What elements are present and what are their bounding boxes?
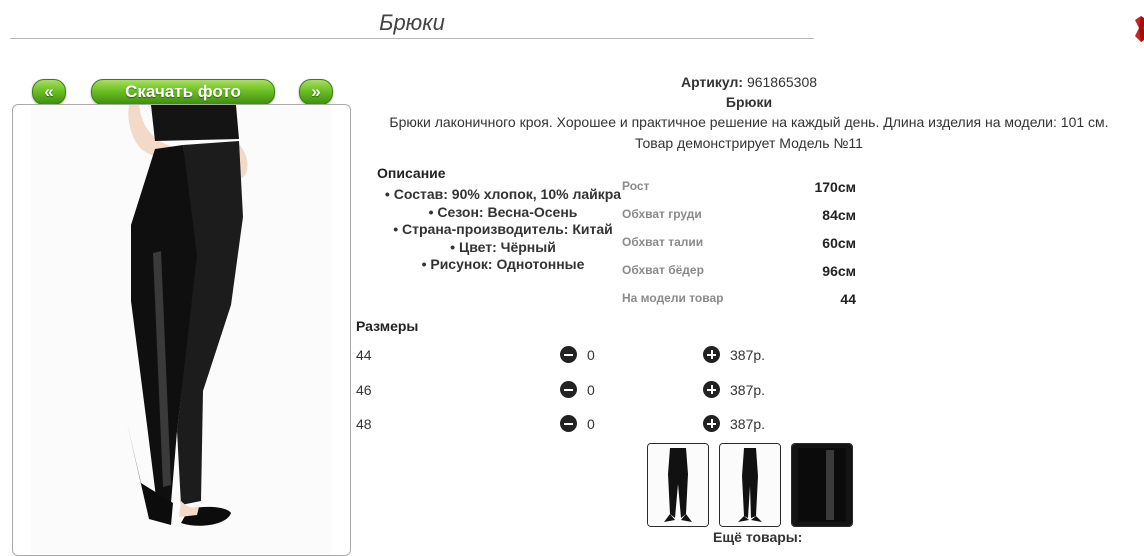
size-label: 46: [356, 382, 372, 398]
main-product-photo[interactable]: [12, 104, 351, 556]
prev-photo-button[interactable]: «: [32, 79, 66, 105]
param-value: 60см: [822, 235, 856, 251]
price-value: 387р.: [730, 416, 766, 432]
param-row-waist: Обхват талии 60см: [622, 233, 858, 261]
quantity-value: 0: [587, 347, 595, 363]
price-value: 387р.: [730, 347, 766, 363]
article-label: Артикул:: [680, 74, 744, 90]
param-label: Обхват талии: [622, 235, 704, 249]
description-item: Цвет: Чёрный: [372, 239, 634, 257]
product-name: Брюки: [725, 94, 773, 110]
plus-circle-icon[interactable]: [703, 346, 720, 363]
param-row-height: Рост 170см: [622, 177, 858, 205]
description-item: Сезон: Весна-Осень: [372, 204, 634, 222]
minus-circle-icon[interactable]: [560, 381, 577, 398]
param-value: 44: [840, 291, 856, 307]
next-photo-button[interactable]: »: [299, 79, 333, 105]
size-row-48: 48 0 387р.: [356, 413, 796, 437]
article-line: Артикул: 961865308: [356, 74, 1142, 90]
model-params-table: Рост 170см Обхват груди 84см Обхват тали…: [622, 177, 858, 317]
description-item: Рисунок: Однотонные: [372, 256, 634, 274]
thumbnail-side[interactable]: [719, 443, 781, 527]
size-label: 48: [356, 416, 372, 432]
size-row-44: 44 0 387р.: [356, 344, 796, 368]
download-photo-button[interactable]: Скачать фото: [91, 79, 275, 105]
param-value: 84см: [822, 207, 856, 223]
description-item: Состав: 90% хлопок, 10% лайкра: [372, 186, 634, 204]
param-label: Обхват груди: [622, 207, 702, 221]
param-row-chest: Обхват груди 84см: [622, 205, 858, 233]
size-row-46: 46 0 387р.: [356, 379, 796, 403]
param-label: Рост: [622, 179, 650, 193]
page-title: Брюки: [10, 8, 814, 39]
price-value: 387р.: [730, 382, 766, 398]
description-list: Состав: 90% хлопок, 10% лайкра Сезон: Ве…: [372, 186, 634, 274]
param-value: 170см: [814, 179, 856, 195]
description-heading: Описание: [377, 165, 446, 181]
minus-circle-icon[interactable]: [560, 346, 577, 363]
param-row-model-size: На модели товар 44: [622, 289, 858, 317]
param-row-hips: Обхват бёдер 96см: [622, 261, 858, 289]
plus-circle-icon[interactable]: [703, 415, 720, 432]
quantity-value: 0: [587, 416, 595, 432]
description-item: Страна-производитель: Китай: [372, 221, 634, 239]
param-label: Обхват бёдер: [622, 263, 704, 277]
sizes-heading: Размеры: [356, 318, 419, 334]
size-label: 44: [356, 347, 372, 363]
thumbnail-front[interactable]: [647, 443, 709, 527]
minus-circle-icon[interactable]: [560, 415, 577, 432]
thumbnail-fabric-detail[interactable]: [791, 443, 853, 527]
plus-circle-icon[interactable]: [703, 381, 720, 398]
quantity-value: 0: [587, 382, 595, 398]
param-label: На модели товар: [622, 291, 724, 305]
article-value: 961865308: [746, 74, 818, 90]
product-description: Брюки лаконичного кроя. Хорошее и практи…: [389, 114, 1109, 130]
param-value: 96см: [822, 263, 856, 279]
red-ribbon-icon[interactable]: [1133, 14, 1144, 42]
more-goods-heading: Ещё товары:: [713, 529, 803, 545]
model-note: Товар демонстрирует Модель №11: [635, 135, 863, 151]
